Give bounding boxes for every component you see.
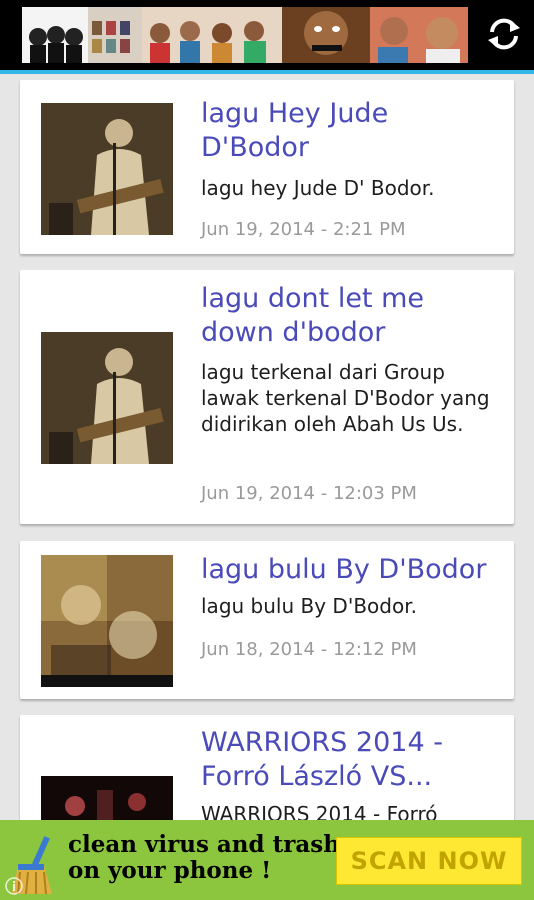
post-excerpt: lagu bulu By D'Bodor. — [201, 594, 417, 618]
post-excerpt: WARRIORS 2014 - Forró — [201, 802, 438, 820]
post-thumbnail — [41, 555, 173, 687]
list-item[interactable]: WARRIORS 2014 - Forró László VS... WARRI… — [20, 715, 514, 820]
banner-collage — [22, 7, 468, 63]
list-item[interactable]: lagu dont let me down d'bodor lagu terke… — [20, 270, 514, 524]
post-date: Jun 18, 2014 - 12:12 PM — [201, 639, 417, 660]
ad-line-2: on your phone ! — [68, 857, 272, 884]
banner-image — [22, 7, 468, 63]
app-header — [0, 0, 534, 70]
post-title[interactable]: lagu bulu By D'Bodor — [201, 553, 500, 587]
post-thumbnail — [41, 332, 173, 464]
post-thumbnail — [41, 776, 173, 820]
post-title[interactable]: lagu dont let me down d'bodor — [201, 282, 500, 350]
post-title[interactable]: WARRIORS 2014 - Forró László VS... — [201, 726, 500, 794]
post-title[interactable]: lagu Hey Jude D'Bodor — [201, 97, 500, 165]
ad-info-icon[interactable] — [4, 876, 24, 896]
ad-banner[interactable]: clean virus and trash on your phone ! SC… — [0, 820, 534, 900]
post-excerpt: lagu hey Jude D' Bodor. — [201, 176, 435, 200]
scan-now-button[interactable]: SCAN NOW — [336, 837, 522, 885]
post-date: Jun 19, 2014 - 12:03 PM — [201, 483, 417, 504]
ad-message[interactable]: clean virus and trash on your phone ! — [68, 832, 340, 884]
post-list[interactable]: lagu Hey Jude D'Bodor lagu hey Jude D' B… — [0, 74, 534, 820]
post-excerpt: lagu terkenal dari Group lawak terkenal … — [201, 360, 490, 436]
list-item[interactable]: lagu Hey Jude D'Bodor lagu hey Jude D' B… — [20, 80, 514, 254]
ad-line-1: clean virus and trash — [68, 831, 340, 858]
list-item[interactable]: lagu bulu By D'Bodor lagu bulu By D'Bodo… — [20, 541, 514, 699]
post-date: Jun 19, 2014 - 2:21 PM — [201, 219, 406, 240]
refresh-icon[interactable] — [484, 14, 524, 54]
post-thumbnail — [41, 103, 173, 235]
